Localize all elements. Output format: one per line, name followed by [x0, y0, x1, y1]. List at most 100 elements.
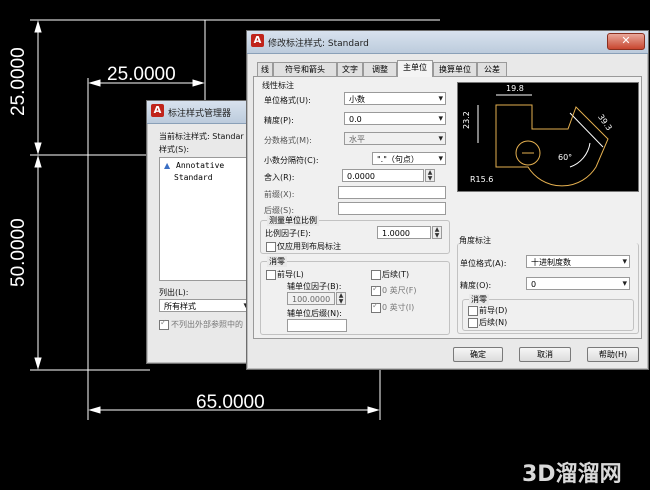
xref-checkbox-label: 不列出外部参照中的 [171, 320, 243, 329]
trailing-zero-label: 后续(T) [382, 270, 410, 279]
dimension-text-left-top: 25.0000 [8, 47, 29, 116]
scale-factor-input[interactable]: 1.0000 [377, 226, 431, 239]
current-style-label: 当前标注样式: Standar [159, 132, 244, 141]
arrowhead [34, 357, 42, 370]
manager-titlebar[interactable]: A 标注样式管理器 [147, 101, 251, 124]
preview-dim-left: 23.2 [462, 111, 471, 129]
leading-zero-checkbox[interactable] [266, 270, 276, 280]
fraction-format-label: 分数格式(M): [264, 136, 312, 145]
measurement-scale-title: 测量单位比例 [267, 215, 319, 226]
dimension-text-left-bottom: 50.0000 [8, 218, 29, 287]
preview-angle-arc [569, 142, 591, 168]
measurement-scale-group: 测量单位比例 比例因子(E): 1.0000 ▲ ▼ 仅应用到布局标注 [260, 215, 450, 254]
zero-inches-checkbox[interactable] [371, 301, 381, 313]
style-item-annotative[interactable]: ▲ Annotative [164, 161, 224, 171]
list-filter-select[interactable]: 所有样式 [159, 299, 251, 313]
scale-factor-spinner[interactable]: ▲ ▼ [432, 226, 442, 239]
unit-format-label: 单位格式(U): [264, 96, 311, 105]
tab-lines[interactable]: 线 [257, 62, 273, 76]
sub-units-suffix-input[interactable] [287, 319, 347, 332]
style-item-standard[interactable]: Standard [174, 173, 213, 183]
help-button[interactable]: 帮助(H) [587, 347, 639, 362]
angular-unit-format-select[interactable]: 十进制度数 [526, 255, 630, 269]
annotative-icon: ▲ [164, 161, 171, 170]
modify-dimension-style-window: A 修改标注样式: Standard ✕ 线 符号和箭头 文字 调整 主单位 换… [246, 30, 649, 370]
tab-tolerances[interactable]: 公差 [477, 62, 507, 76]
tab-panel: 线性标注 单位格式(U): 小数 精度(P): 0.0 分数格式(M): 水平 … [253, 76, 642, 339]
zero-feet-label: 0 英尺(F) [382, 286, 417, 295]
zero-inches-label: 0 英寸(I) [382, 303, 415, 312]
sub-units-factor-input[interactable]: 100.0000 [287, 292, 335, 305]
angular-trailing-checkbox[interactable] [468, 318, 478, 328]
arrowhead [88, 406, 101, 414]
arrowhead [34, 20, 42, 33]
preview-angle: 60° [558, 153, 573, 162]
zero-suppression-group: 消零 前导(L) 辅单位因子(B): 100.0000 ▲ ▼ 辅单位后缀(N):… [260, 256, 450, 335]
tab-fit[interactable]: 调整 [363, 62, 397, 76]
ok-button[interactable]: 确定 [453, 347, 503, 362]
sub-units-factor-spinner[interactable]: ▲ ▼ [336, 292, 346, 305]
fraction-format-select[interactable]: 水平 [344, 132, 446, 146]
autocad-app-icon: A [151, 104, 164, 117]
tab-text[interactable]: 文字 [337, 62, 363, 76]
modify-titlebar[interactable]: A 修改标注样式: Standard ✕ [247, 31, 648, 54]
decimal-separator-select[interactable]: "."（句点） [372, 152, 446, 166]
tab-symbols-arrows[interactable]: 符号和箭头 [273, 62, 337, 76]
angular-zero-title: 消零 [469, 294, 489, 305]
layout-only-label: 仅应用到布局标注 [277, 242, 341, 251]
close-button[interactable]: ✕ [607, 33, 645, 50]
prefix-input[interactable] [338, 186, 446, 199]
suffix-input[interactable] [338, 202, 446, 215]
sub-units-suffix-label: 辅单位后缀(N): [287, 309, 342, 318]
preview-dim-top: 19.8 [506, 84, 524, 93]
angular-leading-label: 前导(D) [479, 306, 508, 315]
preview-part-outline [495, 104, 609, 187]
round-off-input[interactable]: 0.0000 [342, 169, 424, 182]
angular-trailing-label: 后续(N) [479, 318, 508, 327]
arrowhead [192, 79, 205, 87]
precision-label: 精度(P): [264, 116, 294, 125]
angular-precision-select[interactable]: 0 [526, 277, 630, 291]
xref-checkbox[interactable] [159, 318, 169, 330]
preview-pane: 19.8 23.2 39.3 60° R15.6 [457, 82, 639, 192]
styles-label: 样式(S): [159, 145, 190, 154]
style-item-label: Standard [174, 173, 213, 182]
list-label: 列出(L): [159, 288, 189, 297]
angular-leading-checkbox[interactable] [468, 306, 478, 316]
layout-only-checkbox[interactable] [266, 242, 276, 252]
angular-group: 单位格式(A): 十进制度数 精度(O): 0 消零 前导(D) 后续(N) [457, 243, 639, 334]
angular-precision-label: 精度(O): [460, 281, 492, 290]
tab-alternate-units[interactable]: 换算单位 [433, 62, 477, 76]
zero-suppression-title: 消零 [267, 256, 287, 267]
dimension-style-manager-window: A 标注样式管理器 当前标注样式: Standar 样式(S): ▲ Annot… [146, 100, 252, 364]
cancel-button[interactable]: 取消 [519, 347, 571, 362]
round-off-spinner[interactable]: ▲ ▼ [425, 169, 435, 182]
sub-units-factor-label: 辅单位因子(B): [287, 282, 342, 291]
styles-list[interactable]: ▲ Annotative Standard [159, 157, 251, 281]
scale-factor-label: 比例因子(E): [265, 229, 311, 238]
arrowhead [34, 155, 42, 168]
autocad-app-icon: A [251, 34, 264, 47]
precision-select[interactable]: 0.0 [344, 112, 446, 126]
site-watermark: 3D溜溜网 [522, 462, 622, 487]
manager-title: 标注样式管理器 [168, 109, 232, 119]
dimension-text-bottom: 65.0000 [196, 392, 265, 413]
linear-section-title: 线性标注 [262, 81, 294, 90]
prefix-label: 前缀(X): [264, 190, 295, 199]
decimal-separator-label: 小数分隔符(C): [264, 156, 319, 165]
dimension-text-top: 25.0000 [107, 64, 176, 85]
leading-zero-label: 前导(L) [277, 270, 304, 279]
style-item-label: Annotative [176, 161, 225, 170]
angular-unit-format-label: 单位格式(A): [460, 259, 507, 268]
arrowhead [34, 142, 42, 155]
preview-radius: R15.6 [470, 175, 494, 184]
arrowhead [88, 79, 101, 87]
modify-title: 修改标注样式: Standard [268, 39, 369, 49]
tab-primary-units[interactable]: 主单位 [397, 60, 433, 77]
unit-format-select[interactable]: 小数 [344, 92, 446, 106]
round-off-label: 舍入(R): [264, 173, 295, 182]
angular-zero-suppression-group: 消零 前导(D) 后续(N) [462, 294, 634, 331]
zero-feet-checkbox[interactable] [371, 284, 381, 296]
trailing-zero-checkbox[interactable] [371, 270, 381, 280]
arrowhead [367, 406, 380, 414]
